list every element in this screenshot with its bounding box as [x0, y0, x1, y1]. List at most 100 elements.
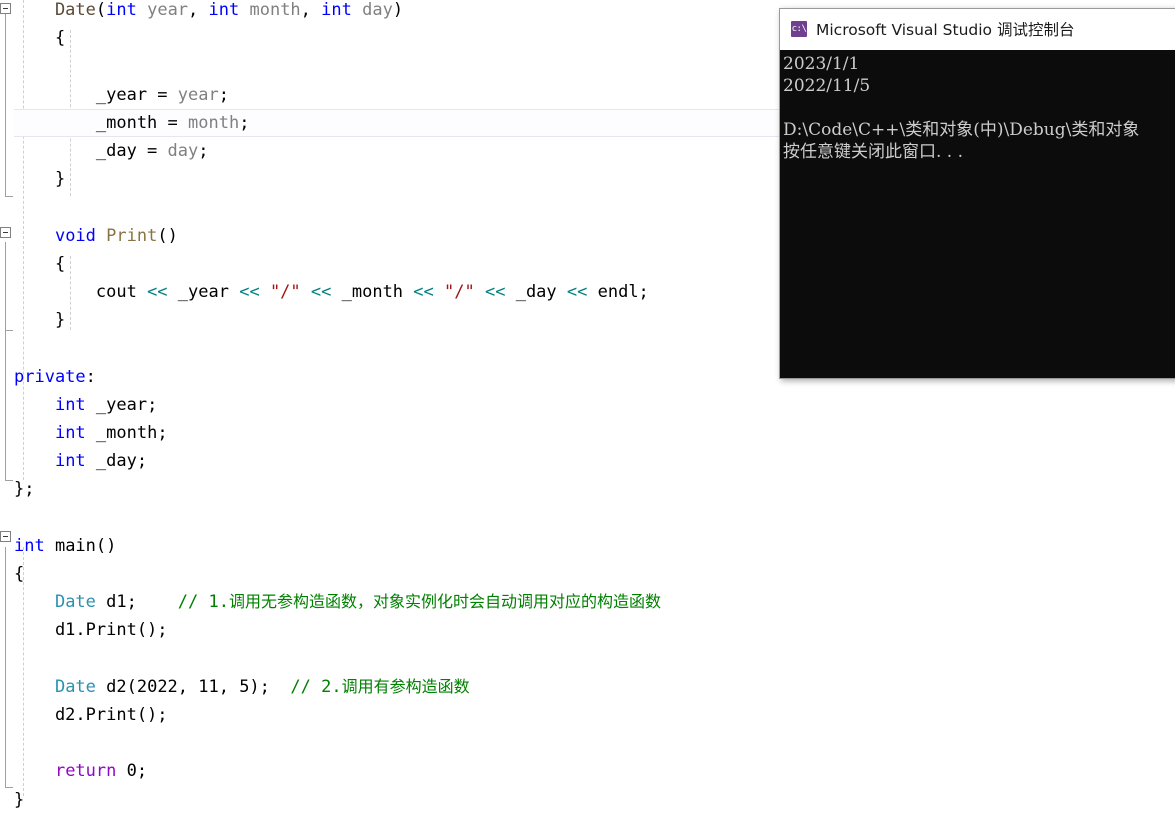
code-token: };	[14, 479, 35, 500]
code-token: {	[14, 28, 66, 49]
code-token: {	[14, 564, 25, 584]
code-line[interactable]: d2.Print();	[0, 701, 168, 729]
code-token: endl;	[587, 282, 649, 302]
code-token: "/"	[269, 282, 301, 302]
code-token: <<	[310, 282, 332, 302]
code-token: _year	[167, 282, 240, 302]
code-token: d1;	[95, 592, 178, 613]
code-line[interactable]: _year = year;	[0, 81, 229, 109]
console-output-area[interactable]: 2023/1/1 2022/11/5 D:\Code\C++\类和对象(中)\Deb…	[780, 50, 1175, 378]
code-token: ,	[300, 0, 322, 20]
code-line[interactable]: d1.Print();	[0, 616, 168, 644]
code-token: ;	[239, 112, 250, 133]
code-token: (	[95, 0, 107, 20]
code-line[interactable]: return 0;	[0, 757, 147, 785]
code-token: :	[85, 366, 96, 387]
code-line[interactable]: Date d1; // 1.调用无参构造函数，对象实例化时会自动调用对应的构造函…	[0, 588, 661, 616]
code-token: int	[54, 451, 86, 472]
code-token: int	[54, 394, 86, 415]
code-line[interactable]	[0, 52, 14, 80]
code-token: // 2.	[290, 676, 342, 697]
code-token: d2(2022, 11, 5);	[95, 676, 291, 697]
code-token: _day	[505, 282, 567, 302]
code-line[interactable]	[0, 334, 14, 362]
code-line[interactable]: cout << _year << "/" << _month << "/" <<…	[0, 278, 649, 306]
code-token: return	[54, 761, 117, 782]
code-line[interactable]: int _year;	[0, 391, 157, 419]
code-line[interactable]	[0, 729, 14, 757]
code-token: Print	[106, 225, 158, 246]
code-token: <<	[147, 282, 168, 302]
code-token: month	[188, 112, 240, 133]
code-token: )	[392, 0, 404, 20]
code-token: private	[14, 366, 86, 387]
code-line[interactable]: };	[0, 475, 34, 503]
code-token: // 1.	[177, 592, 229, 613]
code-token: 调用有参构造函数	[341, 676, 470, 696]
code-token: d1.Print();	[14, 620, 168, 641]
console-output-line: D:\Code\C++\类和对象(中)\Debug\类和对象	[783, 120, 1140, 140]
code-token: {	[14, 253, 66, 274]
console-output-line: 2022/11/5	[783, 76, 871, 96]
code-line[interactable]	[0, 193, 14, 221]
console-window[interactable]: c:\ Microsoft Visual Studio 调试控制台 2023/1…	[779, 8, 1175, 379]
code-token: "/"	[444, 282, 475, 302]
console-output-line: 2023/1/1	[783, 54, 860, 74]
code-line[interactable]: Date(int year, int month, int day)	[0, 0, 403, 24]
code-line[interactable]: }	[0, 786, 24, 814]
code-line[interactable]: _month = month;	[0, 109, 250, 137]
code-line[interactable]: {	[0, 560, 24, 588]
code-token: <<	[239, 282, 260, 302]
code-token: }	[14, 789, 25, 810]
code-token: 0;	[116, 761, 148, 782]
code-token: }	[14, 169, 66, 190]
code-line[interactable]: int _month;	[0, 419, 168, 447]
code-line[interactable]: void Print()	[0, 222, 178, 250]
code-token: month	[239, 0, 301, 20]
code-token: int	[321, 0, 352, 20]
code-token: 调用无参构造函数，对象实例化时会自动调用对应的构造函数	[228, 592, 661, 612]
code-line[interactable]: Date d2(2022, 11, 5); // 2.调用有参构造函数	[0, 673, 470, 701]
code-token: void	[54, 225, 96, 246]
code-line[interactable]: int main()	[0, 532, 116, 560]
code-token: Date	[54, 676, 96, 697]
code-token: _year;	[85, 394, 158, 415]
code-line[interactable]: }	[0, 165, 65, 193]
code-line[interactable]: {	[0, 250, 65, 278]
code-line[interactable]: int _day;	[0, 447, 147, 475]
code-token: ;	[218, 84, 229, 105]
code-token: Date	[54, 592, 96, 613]
code-token: year	[177, 84, 219, 105]
console-app-icon: c:\	[791, 21, 807, 37]
code-token: _month =	[14, 112, 188, 133]
code-token: d2.Print();	[14, 705, 168, 725]
console-titlebar[interactable]: c:\ Microsoft Visual Studio 调试控制台	[780, 9, 1175, 50]
code-line[interactable]: private:	[0, 363, 96, 391]
code-token: day	[167, 141, 199, 161]
code-line[interactable]	[0, 504, 14, 532]
code-line[interactable]: }	[0, 306, 65, 334]
code-line[interactable]: {	[0, 24, 65, 52]
code-token: cout	[14, 282, 148, 302]
code-token: Date	[14, 0, 96, 20]
code-token: _day =	[14, 141, 168, 161]
code-token: _day;	[85, 451, 148, 472]
code-line[interactable]: _day = day;	[0, 137, 209, 165]
code-token: int	[106, 0, 137, 20]
code-token: int	[14, 535, 45, 556]
code-line[interactable]	[0, 645, 14, 673]
code-token: }	[14, 310, 66, 331]
code-token: int	[208, 0, 240, 20]
code-token: <<	[566, 282, 588, 302]
